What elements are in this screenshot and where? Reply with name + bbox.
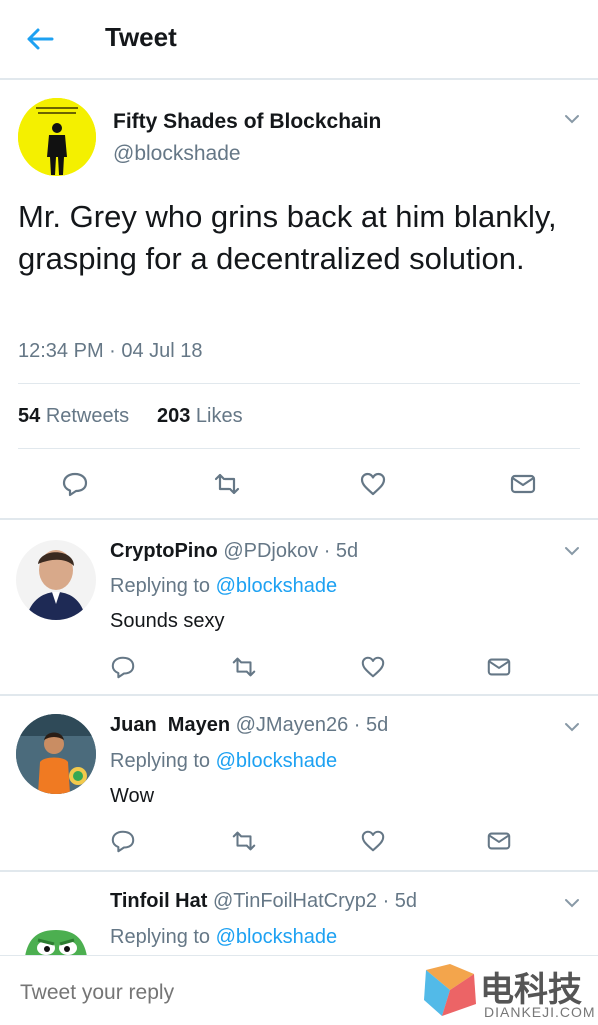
message-icon[interactable]: [486, 828, 512, 854]
author-name[interactable]: Fifty Shades of Blockchain: [113, 110, 381, 134]
avatar[interactable]: [16, 714, 96, 794]
replying-to: Replying to @blockshade: [110, 750, 337, 773]
watermark-url: DIANKEJI.COM: [484, 1004, 596, 1020]
heart-icon[interactable]: [359, 470, 387, 498]
tweet-stats: 54 Retweets 203 Likes: [18, 405, 243, 428]
avatar-image: [18, 98, 96, 176]
chevron-down-icon[interactable]: [563, 894, 581, 912]
retweet-icon[interactable]: [213, 470, 241, 498]
top-bar: Tweet: [0, 0, 598, 80]
reply-header: Tinfoil Hat @TinFoilHatCryp2 · 5d: [110, 890, 417, 913]
divider: [18, 383, 580, 384]
reply-text: Sounds sexy: [110, 610, 225, 632]
reply-icon[interactable]: [110, 654, 136, 680]
avatar[interactable]: [16, 540, 96, 620]
reply-author-handle[interactable]: @PDjokov: [223, 540, 318, 562]
replying-to-label: Replying to: [110, 926, 211, 948]
tweet-timestamp[interactable]: 12:34 PM · 04 Jul 18: [18, 340, 203, 363]
chevron-down-icon[interactable]: [563, 110, 581, 128]
likes-label[interactable]: Likes: [196, 405, 243, 427]
avatar-image: [16, 890, 96, 957]
reply-icon[interactable]: [61, 470, 89, 498]
reply-header: CryptoPino @PDjokov · 5d: [110, 540, 358, 563]
retweet-icon[interactable]: [231, 828, 257, 854]
page-title: Tweet: [105, 22, 177, 52]
retweets-label[interactable]: Retweets: [46, 405, 129, 427]
avatar-image: [16, 714, 96, 794]
author-handle[interactable]: @blockshade: [113, 142, 241, 166]
avatar[interactable]: [18, 98, 96, 176]
reply-icon[interactable]: [110, 828, 136, 854]
replying-to-link[interactable]: @blockshade: [216, 575, 337, 597]
heart-icon[interactable]: [360, 654, 386, 680]
tweet-text: Mr. Grey who grins back at him blankly, …: [18, 199, 557, 276]
replying-to-label: Replying to: [110, 575, 211, 597]
reply-age: · 5d: [382, 890, 418, 912]
retweets-count[interactable]: 54: [18, 405, 40, 427]
reply-author-name[interactable]: Juan Mayen: [110, 714, 230, 736]
reply-author-name[interactable]: CryptoPino: [110, 540, 218, 562]
reply-author-handle[interactable]: @JMayen26: [236, 714, 349, 736]
likes-count[interactable]: 203: [157, 405, 190, 427]
reply-item[interactable]: CryptoPino @PDjokov · 5d Replying to @bl…: [0, 518, 598, 696]
reply-author-name[interactable]: Tinfoil Hat: [110, 890, 207, 912]
reply-item[interactable]: Juan Mayen @JMayen26 · 5d Replying to @b…: [0, 694, 598, 872]
reply-header: Juan Mayen @JMayen26 · 5d: [110, 714, 388, 737]
chevron-down-icon[interactable]: [563, 542, 581, 560]
reply-text: Wow: [110, 785, 155, 807]
replying-to-label: Replying to: [110, 750, 211, 772]
message-icon[interactable]: [486, 654, 512, 680]
chevron-down-icon[interactable]: [563, 718, 581, 736]
divider: [18, 448, 580, 449]
reply-author-handle[interactable]: @TinFoilHatCryp2: [213, 890, 377, 912]
replying-to: Replying to @blockshade: [110, 926, 337, 949]
reply-age: · 5d: [323, 540, 359, 562]
replying-to-link[interactable]: @blockshade: [216, 926, 337, 948]
heart-icon[interactable]: [360, 828, 386, 854]
reply-item[interactable]: Tinfoil Hat @TinFoilHatCryp2 · 5d Replyi…: [0, 870, 598, 957]
message-icon[interactable]: [509, 470, 537, 498]
tweet-actions: [0, 470, 598, 500]
retweet-icon[interactable]: [231, 654, 257, 680]
avatar[interactable]: [16, 890, 96, 957]
replying-to: Replying to @blockshade: [110, 575, 337, 598]
reply-input[interactable]: [18, 980, 402, 1006]
reply-age: · 5d: [353, 714, 389, 736]
replying-to-link[interactable]: @blockshade: [216, 750, 337, 772]
avatar-image: [16, 540, 96, 620]
back-arrow-icon[interactable]: [26, 25, 54, 53]
